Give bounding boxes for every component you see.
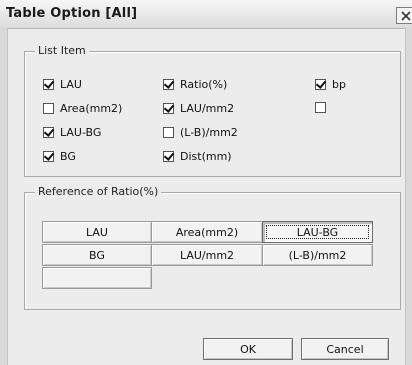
checkbox-ratio[interactable]: Ratio(%)	[163, 78, 227, 91]
checkbox-box[interactable]	[43, 151, 54, 162]
checkbox-label: bp	[332, 78, 346, 91]
checkbox-box[interactable]	[315, 102, 326, 113]
ref-button-label: BG	[89, 248, 105, 262]
checkbox-box[interactable]	[43, 103, 54, 114]
close-icon	[401, 10, 411, 21]
checkbox-unlabeled[interactable]	[315, 102, 332, 113]
close-button[interactable]	[396, 7, 412, 24]
ref-button-l-b-per-mm2[interactable]: (L-B)/mm2	[262, 244, 373, 266]
checkbox-label: Ratio(%)	[180, 78, 228, 91]
ref-button-lau-per-mm2[interactable]: LAU/mm2	[151, 244, 263, 266]
reference-ratio-group-label: Reference of Ratio(%)	[35, 185, 162, 198]
checkbox-label: BG	[60, 150, 76, 163]
checkbox-label: Area(mm2)	[60, 102, 123, 115]
reference-ratio-group: Reference of Ratio(%) LAU Area(mm2) LAU-…	[24, 185, 401, 310]
cancel-button-label: Cancel	[326, 342, 364, 356]
checkbox-box[interactable]	[163, 151, 174, 162]
focus-indicator	[266, 225, 369, 239]
checkbox-l-b-per-mm2[interactable]: (L-B)/mm2	[163, 126, 238, 139]
checkbox-box[interactable]	[43, 79, 54, 90]
ok-button[interactable]: OK	[203, 338, 293, 360]
checkbox-label: LAU-BG	[60, 126, 102, 139]
cancel-button[interactable]: Cancel	[301, 338, 389, 360]
ref-button-label: LAU/mm2	[179, 248, 235, 262]
ref-button-empty[interactable]	[42, 267, 152, 289]
checkbox-bg[interactable]: BG	[43, 150, 76, 163]
checkbox-box[interactable]	[163, 103, 174, 114]
ref-button-label: Area(mm2)	[175, 225, 239, 239]
checkbox-label: LAU/mm2	[180, 102, 235, 115]
window-frame-left	[0, 28, 8, 365]
ref-button-lau[interactable]: LAU	[42, 221, 152, 243]
checkbox-area-mm2[interactable]: Area(mm2)	[43, 102, 122, 115]
ref-button-area-mm2[interactable]: Area(mm2)	[151, 221, 263, 243]
checkbox-box[interactable]	[43, 127, 54, 138]
checkbox-label: Dist(mm)	[180, 150, 232, 163]
ref-button-bg[interactable]: BG	[42, 244, 152, 266]
window-frame-right	[405, 28, 412, 365]
checkbox-label: LAU	[60, 78, 82, 91]
checkbox-box[interactable]	[163, 79, 174, 90]
checkbox-lau[interactable]: LAU	[43, 78, 82, 91]
checkbox-lau-bg[interactable]: LAU-BG	[43, 126, 101, 139]
window-title: Table Option [All]	[6, 6, 138, 21]
checkbox-dist-mm[interactable]: Dist(mm)	[163, 150, 232, 163]
list-item-group-label: List Item	[35, 44, 89, 57]
ref-button-label: LAU	[86, 225, 108, 239]
title-bar[interactable]: Table Option [All]	[0, 0, 412, 29]
table-option-dialog: Table Option [All] List Item LAU Area(mm…	[0, 0, 412, 365]
checkbox-bp[interactable]: bp	[315, 78, 346, 91]
ok-button-label: OK	[240, 342, 256, 356]
checkbox-box[interactable]	[315, 79, 326, 90]
checkbox-box[interactable]	[163, 127, 174, 138]
ref-button-label: (L-B)/mm2	[288, 248, 347, 262]
checkbox-label: (L-B)/mm2	[180, 126, 238, 139]
list-item-group: List Item LAU Area(mm2) LAU-BG BG Ratio(…	[24, 44, 401, 177]
ref-button-lau-bg[interactable]: LAU-BG	[262, 221, 373, 243]
checkbox-lau-per-mm2[interactable]: LAU/mm2	[163, 102, 234, 115]
